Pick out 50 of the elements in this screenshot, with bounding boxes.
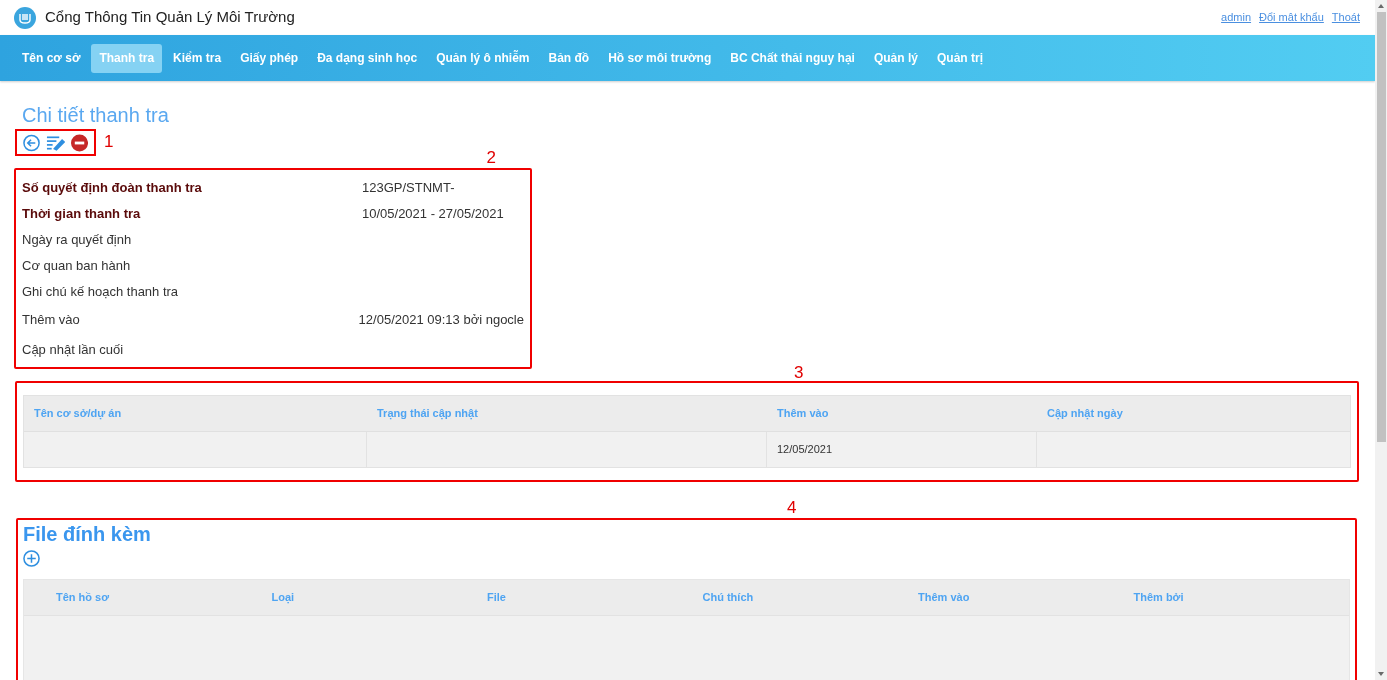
table-cell-text: 12/05/2021 [777,442,833,458]
nav-tab[interactable]: Quản lý [865,43,926,73]
annotation-number: 2 [486,148,496,168]
scrollbar-thumb[interactable] [1376,12,1386,442]
column-header: File [487,590,507,606]
column-header: Tên hồ sơ [56,590,111,606]
nav-tab[interactable]: Quản trị [928,43,991,73]
detail-label: Thời gian thanh tra [22,205,142,224]
detail-label: Số quyết định đoàn thanh tra [22,179,203,198]
site-title: Cổng Thông Tin Quản Lý Môi Trường [45,7,295,28]
detail-value: 123GP/STNMT- [362,179,455,198]
section-title: File đính kèm [23,522,152,546]
nav-tab[interactable]: Đa dạng sinh học [309,43,426,73]
page-title: Chi tiết thanh tra [22,103,170,127]
detail-label: Ngày ra quyết định [22,231,133,250]
edit-icon[interactable] [46,134,65,151]
delete-icon[interactable] [70,133,88,152]
column-header: Thêm bởi [1133,590,1185,606]
nav-tab[interactable]: Tên cơ sở [14,43,89,73]
header-link[interactable]: Thoát [1331,9,1360,26]
detail-label: Cơ quan ban hành [22,257,132,276]
nav-tab[interactable]: Quản lý ô nhiễm [428,43,538,73]
annotation-number: 1 [104,132,114,152]
nav-tab[interactable]: Hồ sơ môi trường [600,43,720,73]
column-header: Tên cơ sở/dự án [33,406,123,422]
annotation-number: 3 [794,363,804,383]
header-link[interactable]: Đổi mật khẩu [1259,9,1324,26]
scroll-down-icon[interactable] [1377,670,1385,678]
nav-tab[interactable]: Bản đồ [540,43,598,73]
scroll-up-icon[interactable] [1377,2,1385,10]
nav-tab[interactable]: Giấy phép [232,43,307,73]
detail-label: Cập nhật lần cuối [22,341,125,360]
column-header: Loại [271,590,296,606]
column-header: Cập nhật ngày [1046,406,1124,422]
detail-value: 12/05/2021 09:13 bởi ngocle [358,311,524,330]
column-header: Trạng thái cập nhật [376,406,479,422]
detail-label: Thêm vào [22,311,81,330]
nav-tab[interactable]: Thanh tra [91,43,163,73]
column-header: Chú thích [702,590,755,606]
add-icon[interactable] [23,550,40,567]
detail-label: Ghi chú kế hoạch thanh tra [22,283,180,302]
nav-tab[interactable]: Kiểm tra [165,43,230,73]
logo-icon [14,6,36,29]
column-header: Thêm vào [918,590,971,606]
detail-value: 10/05/2021 - 27/05/2021 [362,205,504,224]
header-link[interactable]: admin [1221,9,1252,26]
nav-tab[interactable]: BC Chất thải nguy hại [722,43,863,73]
column-header: Thêm vào [776,406,830,422]
annotation-number: 4 [787,498,797,518]
back-icon[interactable] [23,133,41,152]
